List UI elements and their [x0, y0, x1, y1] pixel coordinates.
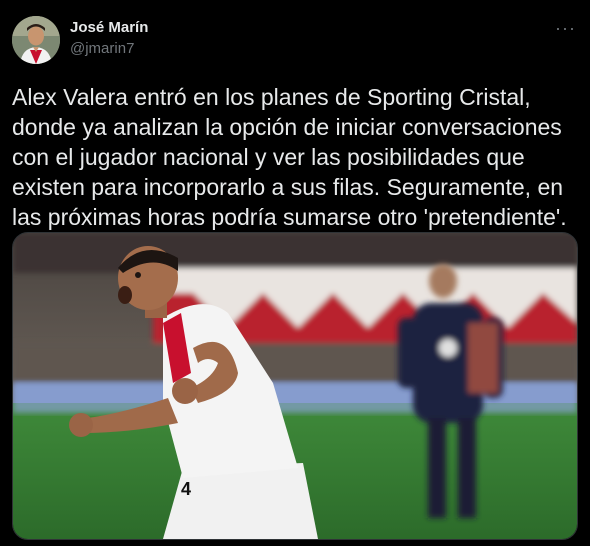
- footballer-photo: 4: [13, 233, 577, 539]
- avatar-image: [12, 16, 60, 64]
- more-options-icon[interactable]: ···: [555, 18, 576, 39]
- author-name[interactable]: José Marín: [70, 19, 148, 36]
- author-avatar[interactable]: [12, 16, 60, 64]
- author-handle[interactable]: @jmarin7: [70, 40, 134, 57]
- tweet-text: Alex Valera entró en los planes de Sport…: [12, 84, 567, 230]
- jersey-number: 4: [181, 479, 191, 499]
- tweet-card[interactable]: José Marín @jmarin7 ··· Alex Valera entr…: [0, 0, 590, 546]
- tweet-photo[interactable]: 4: [12, 232, 578, 540]
